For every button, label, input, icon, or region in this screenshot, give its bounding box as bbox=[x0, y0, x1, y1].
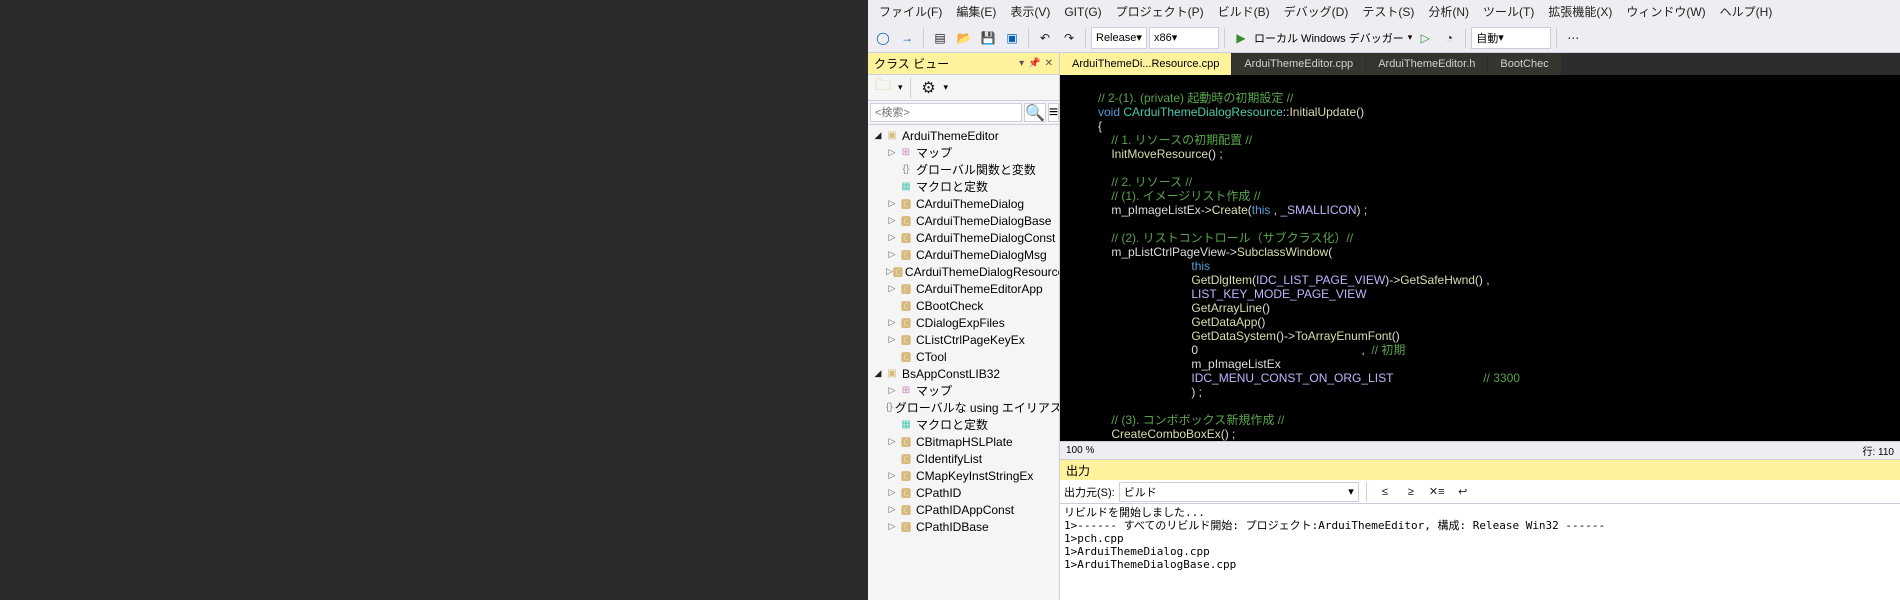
menu-debug[interactable]: デバッグ(D) bbox=[1277, 0, 1356, 23]
build-target-icon[interactable]: ◔ bbox=[1438, 27, 1460, 49]
tree-item[interactable]: {}グローバル関数と変数 bbox=[868, 161, 1059, 178]
dropdown-icon[interactable]: ▾ bbox=[1019, 58, 1024, 69]
menu-help[interactable]: ヘルプ(H) bbox=[1713, 0, 1780, 23]
output-source-label: 出力元(S): bbox=[1064, 484, 1115, 500]
editor-tab[interactable]: ArduiThemeEditor.h bbox=[1366, 53, 1488, 75]
tree-item[interactable]: 🅲CIdentifyList bbox=[868, 450, 1059, 467]
tree-item[interactable]: ⊞マップ bbox=[868, 144, 1059, 161]
settings-icon[interactable]: ⚙ bbox=[918, 77, 940, 99]
visual-studio-window: ファイル(F) 編集(E) 表示(V) GIT(G) プロジェクト(P) ビルド… bbox=[868, 0, 1900, 600]
platform-combo[interactable]: x86 ▾ bbox=[1149, 27, 1219, 49]
close-icon[interactable]: ✕ bbox=[1045, 58, 1053, 69]
menu-build[interactable]: ビルド(B) bbox=[1211, 0, 1277, 23]
search-options-icon[interactable]: ≡ bbox=[1048, 103, 1059, 122]
goto-prev-icon[interactable]: ≤ bbox=[1374, 481, 1396, 503]
editor-tab[interactable]: ArduiThemeEditor.cpp bbox=[1232, 53, 1366, 75]
class-view-title: クラス ビュー bbox=[874, 55, 949, 72]
tree-item[interactable]: 🅲CListCtrlPageKeyEx bbox=[868, 331, 1059, 348]
editor-tab[interactable]: BootChec bbox=[1488, 53, 1561, 75]
tree-item[interactable]: 🅲CArduiThemeEditorApp bbox=[868, 280, 1059, 297]
class-view-search-input[interactable] bbox=[870, 103, 1022, 122]
tree-item[interactable]: 🅲CMapKeyInstStringEx bbox=[868, 467, 1059, 484]
menu-project[interactable]: プロジェクト(P) bbox=[1109, 0, 1211, 23]
menu-edit[interactable]: 編集(E) bbox=[949, 0, 1003, 23]
tree-item[interactable]: 🅲CTool bbox=[868, 348, 1059, 365]
tree-item[interactable]: 🅲CArduiThemeDialogBase bbox=[868, 212, 1059, 229]
menu-bar: ファイル(F) 編集(E) 表示(V) GIT(G) プロジェクト(P) ビルド… bbox=[868, 0, 1900, 23]
undo-icon[interactable]: ↶ bbox=[1034, 27, 1056, 49]
nav-forward-icon[interactable]: → bbox=[896, 27, 918, 49]
output-text[interactable]: リビルドを開始しました... 1>------ すべてのリビルド開始: プロジェ… bbox=[1060, 504, 1900, 600]
goto-next-icon[interactable]: ≥ bbox=[1400, 481, 1422, 503]
search-icon[interactable]: 🔍 bbox=[1024, 103, 1046, 122]
main-toolbar: ◯ → ▤ 📂 💾 ▣ ↶ ↷ Release ▾ x86 ▾ ▶ ローカル W… bbox=[868, 23, 1900, 53]
toolbar-more-icon[interactable]: ⋯ bbox=[1562, 27, 1584, 49]
editor-tabs: ArduiThemeDi...Resource.cppArduiThemeEdi… bbox=[1060, 53, 1900, 75]
tree-item[interactable]: ▣BsAppConstLIB32 bbox=[868, 365, 1059, 382]
tree-item[interactable]: 🅲CPathIDBase bbox=[868, 518, 1059, 535]
code-editor[interactable]: // 2-(1). (private) 起動時の初期設定 // void CAr… bbox=[1060, 75, 1900, 441]
start-nodebug-icon[interactable]: ▷ bbox=[1414, 27, 1436, 49]
tree-item[interactable]: ▦マクロと定数 bbox=[868, 416, 1059, 433]
menu-analyze[interactable]: 分析(N) bbox=[1421, 0, 1476, 23]
tree-item[interactable]: 🅲CArduiThemeDialogMsg bbox=[868, 246, 1059, 263]
class-view-tree[interactable]: ▣ArduiThemeEditor⊞マップ{}グローバル関数と変数▦マクロと定数… bbox=[868, 125, 1059, 600]
cursor-position: 行: 110 bbox=[1863, 443, 1895, 458]
output-title: 出力 bbox=[1060, 460, 1900, 480]
menu-extensions[interactable]: 拡張機能(X) bbox=[1541, 0, 1619, 23]
tree-item[interactable]: 🅲CArduiThemeDialogConst bbox=[868, 229, 1059, 246]
output-source-combo[interactable]: ビルド▾ bbox=[1119, 482, 1359, 502]
redo-icon[interactable]: ↷ bbox=[1058, 27, 1080, 49]
start-debug-button[interactable]: ▶ bbox=[1230, 27, 1252, 49]
clear-icon[interactable]: ✕≡ bbox=[1426, 481, 1448, 503]
wrap-icon[interactable]: ↩ bbox=[1452, 481, 1474, 503]
tree-item[interactable]: 🅲CArduiThemeDialog bbox=[868, 195, 1059, 212]
new-project-icon[interactable]: ▤ bbox=[929, 27, 951, 49]
pin-icon[interactable]: 📌 bbox=[1028, 58, 1040, 69]
save-all-icon[interactable]: ▣ bbox=[1001, 27, 1023, 49]
editor-tab[interactable]: ArduiThemeDi...Resource.cpp bbox=[1060, 53, 1232, 75]
menu-tools[interactable]: ツール(T) bbox=[1476, 0, 1541, 23]
tree-item[interactable]: 🅲CBootCheck bbox=[868, 297, 1059, 314]
auto-combo[interactable]: 自動 ▾ bbox=[1471, 27, 1551, 49]
tree-item[interactable]: ▣ArduiThemeEditor bbox=[868, 127, 1059, 144]
debug-target-label[interactable]: ローカル Windows デバッガー bbox=[1254, 30, 1404, 46]
menu-view[interactable]: 表示(V) bbox=[1003, 0, 1057, 23]
class-view-panel: クラス ビュー ▾ 📌 ✕ 🗀 ▾ ⚙ ▾ 🔍 ≡ ▣ArduiThemeEdi… bbox=[868, 53, 1060, 600]
nav-back-icon[interactable]: ◯ bbox=[872, 27, 894, 49]
menu-test[interactable]: テスト(S) bbox=[1355, 0, 1421, 23]
tree-item[interactable]: 🅲CArduiThemeDialogResource bbox=[868, 263, 1059, 280]
save-icon[interactable]: 💾 bbox=[977, 27, 999, 49]
output-panel: 出力 出力元(S): ビルド▾ ≤ ≥ ✕≡ ↩ リビルドを開始しました... … bbox=[1060, 459, 1900, 600]
menu-window[interactable]: ウィンドウ(W) bbox=[1619, 0, 1712, 23]
editor-status-bar: 100 % 行: 110 bbox=[1060, 441, 1900, 459]
config-combo[interactable]: Release ▾ bbox=[1091, 27, 1147, 49]
tree-item[interactable]: 🅲CBitmapHSLPlate bbox=[868, 433, 1059, 450]
tree-item[interactable]: {}グローバルな using エイリアスと ty bbox=[868, 399, 1059, 416]
tree-item[interactable]: ▦マクロと定数 bbox=[868, 178, 1059, 195]
new-folder-icon[interactable]: 🗀 bbox=[872, 77, 894, 99]
menu-git[interactable]: GIT(G) bbox=[1057, 2, 1108, 22]
open-icon[interactable]: 📂 bbox=[953, 27, 975, 49]
tree-item[interactable]: 🅲CPathID bbox=[868, 484, 1059, 501]
tree-item[interactable]: ⊞マップ bbox=[868, 382, 1059, 399]
zoom-level[interactable]: 100 % bbox=[1066, 445, 1094, 456]
tree-item[interactable]: 🅲CPathIDAppConst bbox=[868, 501, 1059, 518]
tree-item[interactable]: 🅲CDialogExpFiles bbox=[868, 314, 1059, 331]
menu-file[interactable]: ファイル(F) bbox=[872, 0, 949, 23]
